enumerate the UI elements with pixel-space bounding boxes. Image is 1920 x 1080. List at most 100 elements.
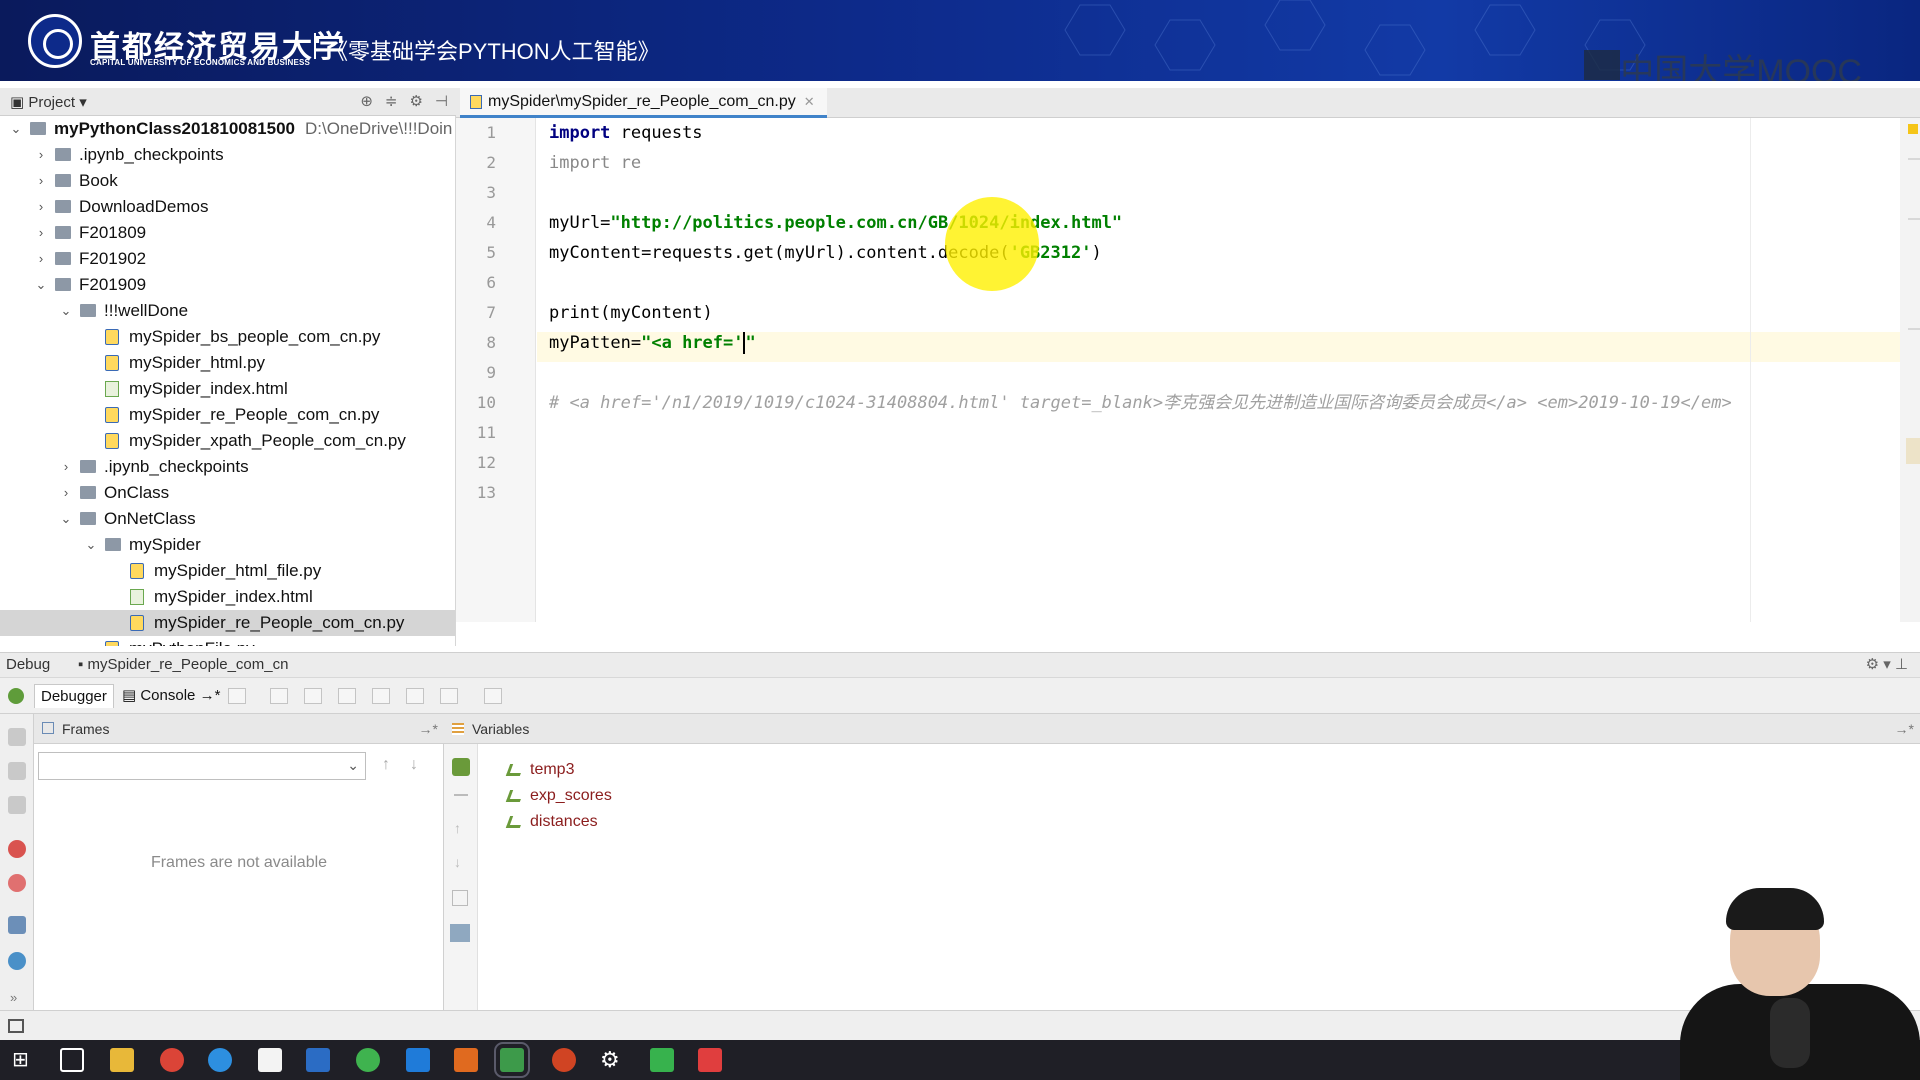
chevron-right-icon[interactable]: ›: [33, 194, 49, 220]
chevron-down-icon[interactable]: ⌄: [58, 298, 74, 324]
tree-item[interactable]: mySpider_bs_people_com_cn.py: [0, 324, 455, 350]
chevron-right-icon[interactable]: ›: [58, 454, 74, 480]
tree-item-label: Book: [79, 171, 118, 190]
tree-item-label: DownloadDemos: [79, 197, 209, 216]
tree-item[interactable]: › .ipynb_checkpoints: [0, 454, 455, 480]
pin-icon[interactable]: →*: [1895, 714, 1914, 744]
tree-item[interactable]: › F201809: [0, 220, 455, 246]
more-icon[interactable]: »: [10, 990, 17, 1005]
hide-panel-icon[interactable]: ⊣: [435, 92, 448, 110]
tree-item[interactable]: ⌄ F201909: [0, 272, 455, 298]
tree-item[interactable]: mySpider_index.html: [0, 376, 455, 402]
tree-item[interactable]: mySpider_re_People_com_cn.py: [0, 610, 455, 636]
tree-item[interactable]: › .ipynb_checkpoints: [0, 142, 455, 168]
show-watches-icon[interactable]: [450, 924, 470, 942]
chevron-right-icon[interactable]: ›: [33, 142, 49, 168]
tree-item[interactable]: › Book: [0, 168, 455, 194]
tab-console[interactable]: ▤ Console →*: [116, 684, 226, 708]
tree-item[interactable]: mySpider_xpath_People_com_cn.py: [0, 428, 455, 454]
tab-mySpider-re[interactable]: mySpider\mySpider_re_People_com_cn.py ✕: [460, 88, 827, 118]
step-over-icon[interactable]: [270, 688, 288, 704]
down-arrow-icon[interactable]: ↓: [454, 854, 461, 870]
close-icon[interactable]: ✕: [804, 94, 815, 109]
settings-icon[interactable]: [8, 952, 26, 970]
app-icon[interactable]: [650, 1048, 674, 1072]
watch-variable[interactable]: temp3: [505, 758, 574, 782]
file-explorer-icon[interactable]: [110, 1048, 134, 1072]
matlab-icon[interactable]: [454, 1048, 478, 1072]
tree-item[interactable]: › DownloadDemos: [0, 194, 455, 220]
gear-icon[interactable]: ⚙ ▾: [1866, 656, 1891, 673]
project-tree[interactable]: ⌄ myPythonClass201810081500 D:\OneDrive\!!…: [0, 116, 456, 646]
thread-select[interactable]: ⌄: [38, 752, 366, 780]
code-line-8: myPatten="<a href=' ": [549, 332, 756, 354]
windows-start-icon[interactable]: ⊞: [12, 1048, 36, 1072]
tab-debugger[interactable]: Debugger: [34, 684, 114, 708]
chevron-down-icon[interactable]: ⌄: [58, 506, 74, 532]
app-icon[interactable]: [306, 1048, 330, 1072]
step-out-icon[interactable]: [406, 688, 424, 704]
tree-item[interactable]: ⌄ OnNetClass: [0, 506, 455, 532]
down-arrow-icon[interactable]: ↓: [410, 756, 418, 774]
up-arrow-icon[interactable]: ↑: [382, 756, 390, 774]
tree-item[interactable]: ⌄ myPythonClass201810081500 D:\OneDrive\!!…: [0, 116, 455, 142]
tree-item[interactable]: mySpider_index.html: [0, 584, 455, 610]
chevron-right-icon[interactable]: ›: [33, 168, 49, 194]
code-editor[interactable]: import requests import re myUrl="http://…: [537, 118, 1900, 622]
debug-config[interactable]: ▪ mySpider_re_People_com_cn: [78, 653, 288, 677]
stop-icon[interactable]: [8, 796, 26, 814]
chevron-right-icon[interactable]: ›: [33, 220, 49, 246]
chevron-down-icon[interactable]: ⌄: [33, 272, 49, 298]
step-into-icon[interactable]: [304, 688, 322, 704]
chrome-icon[interactable]: [160, 1048, 184, 1072]
scroll-thumb[interactable]: [1906, 438, 1920, 464]
chevron-right-icon[interactable]: ›: [58, 480, 74, 506]
gear-icon[interactable]: ⚙: [600, 1048, 624, 1072]
tree-item[interactable]: myPythonFile.py: [0, 636, 455, 646]
gear-icon[interactable]: ⚙: [409, 92, 422, 110]
pin-icon[interactable]: →*: [419, 714, 438, 744]
resume-icon[interactable]: [8, 728, 26, 746]
view-breakpoints-icon[interactable]: [8, 840, 26, 858]
pycharm-icon[interactable]: [494, 1042, 530, 1078]
step-into-my-code-icon[interactable]: [338, 688, 356, 704]
collapse-all-icon[interactable]: ≑: [385, 92, 398, 110]
tree-item[interactable]: › F201902: [0, 246, 455, 272]
project-view-dropdown[interactable]: ▣ Project ▾: [10, 93, 87, 111]
remove-watch-icon[interactable]: [454, 794, 468, 796]
mute-breakpoints-icon[interactable]: [8, 874, 26, 892]
tree-item[interactable]: ⌄ mySpider: [0, 532, 455, 558]
chevron-right-icon[interactable]: ›: [33, 246, 49, 272]
tree-item[interactable]: ⌄ !!!wellDone: [0, 298, 455, 324]
edge-icon[interactable]: [406, 1048, 430, 1072]
line-number: 2: [486, 153, 496, 172]
force-step-into-icon[interactable]: [372, 688, 390, 704]
ie-icon[interactable]: [208, 1048, 232, 1072]
add-watch-icon[interactable]: [452, 758, 470, 776]
show-execution-point-icon[interactable]: [228, 688, 246, 704]
tree-item[interactable]: › OnClass: [0, 480, 455, 506]
wechat-icon[interactable]: [356, 1048, 380, 1072]
copy-icon[interactable]: [452, 890, 468, 906]
watch-variable[interactable]: exp_scores: [505, 784, 612, 808]
chevron-down-icon[interactable]: ⌄: [83, 532, 99, 558]
hide-panel-icon[interactable]: ⊥: [1895, 656, 1908, 673]
tree-item[interactable]: mySpider_html.py: [0, 350, 455, 376]
chevron-down-icon: ⌄: [347, 757, 359, 773]
app-icon[interactable]: [258, 1048, 282, 1072]
pause-icon[interactable]: [8, 762, 26, 780]
powerpoint-icon[interactable]: [552, 1048, 576, 1072]
tree-item[interactable]: mySpider_re_People_com_cn.py: [0, 402, 455, 428]
tree-item[interactable]: mySpider_html_file.py: [0, 558, 455, 584]
toggle-toolwindows-icon[interactable]: [8, 1019, 24, 1033]
restore-layout-icon[interactable]: [8, 916, 26, 934]
evaluate-expression-icon[interactable]: [484, 688, 502, 704]
app-icon[interactable]: [698, 1048, 722, 1072]
run-to-cursor-icon[interactable]: [440, 688, 458, 704]
editor-scrollbar[interactable]: [1900, 118, 1920, 622]
chevron-down-icon[interactable]: ⌄: [8, 116, 24, 142]
task-view-icon[interactable]: [60, 1048, 84, 1072]
locate-icon[interactable]: ⊕: [360, 92, 373, 110]
watch-variable[interactable]: distances: [505, 810, 598, 834]
up-arrow-icon[interactable]: ↑: [454, 820, 461, 836]
